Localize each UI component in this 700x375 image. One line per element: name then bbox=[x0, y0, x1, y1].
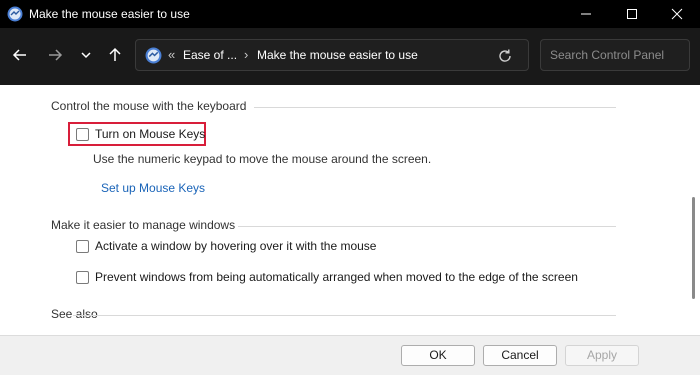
minimize-button[interactable] bbox=[563, 0, 609, 28]
mouse-keys-checkbox[interactable] bbox=[76, 127, 89, 141]
hover-activate-checkbox-row[interactable]: Activate a window by hovering over it wi… bbox=[76, 237, 376, 255]
control-panel-icon bbox=[7, 6, 23, 22]
apply-button[interactable]: Apply bbox=[565, 345, 639, 366]
section-divider bbox=[238, 226, 616, 227]
arrow-left-icon bbox=[12, 49, 26, 61]
settings-content: Control the mouse with the keyboard Turn… bbox=[0, 85, 688, 335]
search-input[interactable] bbox=[541, 40, 689, 70]
search-box[interactable] bbox=[540, 39, 690, 71]
ok-button[interactable]: OK bbox=[401, 345, 475, 366]
arrow-up-icon bbox=[109, 47, 121, 61]
section-divider bbox=[73, 315, 616, 316]
see-also-header: See also bbox=[51, 307, 98, 321]
hover-activate-label[interactable]: Activate a window by hovering over it wi… bbox=[95, 239, 376, 253]
arrow-right-icon bbox=[49, 49, 63, 61]
scrollbar-thumb[interactable] bbox=[692, 197, 695, 299]
mouse-keys-label[interactable]: Turn on Mouse Keys bbox=[95, 127, 205, 141]
maximize-icon bbox=[627, 9, 637, 19]
prevent-arrange-checkbox[interactable] bbox=[76, 270, 89, 284]
mouse-keys-description: Use the numeric keypad to move the mouse… bbox=[93, 152, 432, 166]
breadcrumb-separator[interactable]: › bbox=[244, 47, 248, 62]
breadcrumb-parent[interactable]: Ease of ... bbox=[183, 48, 237, 62]
close-button[interactable] bbox=[654, 0, 700, 28]
forward-button[interactable] bbox=[44, 44, 66, 66]
up-button[interactable] bbox=[104, 44, 126, 66]
breadcrumb-overflow-chevron[interactable]: « bbox=[168, 47, 175, 62]
address-bar[interactable]: « Ease of ... › Make the mouse easier to… bbox=[135, 39, 529, 71]
minimize-icon bbox=[581, 13, 591, 15]
dialog-button-bar: OK Cancel Apply bbox=[0, 335, 700, 375]
window-title: Make the mouse easier to use bbox=[29, 7, 190, 21]
control-panel-icon bbox=[145, 47, 162, 64]
cancel-button[interactable]: Cancel bbox=[483, 345, 557, 366]
prevent-arrange-label[interactable]: Prevent windows from being automatically… bbox=[95, 270, 578, 284]
hover-activate-checkbox[interactable] bbox=[76, 239, 89, 253]
breadcrumb-current[interactable]: Make the mouse easier to use bbox=[257, 48, 418, 62]
recent-locations-button[interactable] bbox=[75, 44, 97, 66]
set-up-mouse-keys-link[interactable]: Set up Mouse Keys bbox=[101, 181, 205, 195]
refresh-icon[interactable] bbox=[496, 47, 514, 65]
section-divider bbox=[254, 107, 616, 108]
close-icon bbox=[671, 8, 683, 20]
prevent-arrange-checkbox-row[interactable]: Prevent windows from being automatically… bbox=[76, 268, 578, 286]
windows-section-header: Make it easier to manage windows bbox=[51, 218, 236, 232]
back-button[interactable] bbox=[9, 44, 31, 66]
maximize-button[interactable] bbox=[609, 0, 655, 28]
keyboard-section-header: Control the mouse with the keyboard bbox=[51, 99, 247, 113]
vertical-scrollbar[interactable] bbox=[688, 85, 700, 335]
title-bar: Make the mouse easier to use bbox=[0, 0, 700, 28]
mouse-keys-checkbox-row[interactable]: Turn on Mouse Keys bbox=[76, 125, 205, 143]
chevron-down-icon bbox=[81, 52, 91, 59]
navigation-bar: « Ease of ... › Make the mouse easier to… bbox=[0, 28, 700, 85]
